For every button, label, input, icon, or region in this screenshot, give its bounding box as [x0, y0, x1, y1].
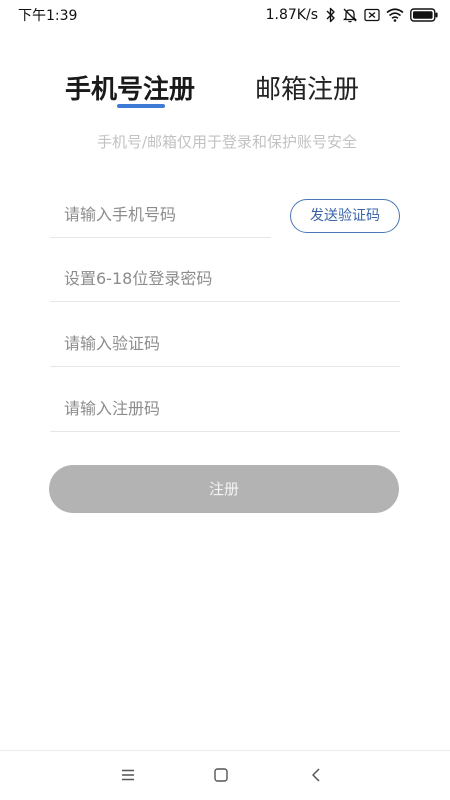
password-field — [50, 255, 400, 302]
sim-icon — [364, 8, 380, 22]
wifi-icon — [386, 8, 404, 22]
verification-code-input[interactable] — [64, 328, 394, 358]
back-icon[interactable] — [296, 760, 336, 790]
status-bar: 下午1:39 1.87K/s — [0, 0, 450, 30]
active-tab-indicator — [117, 104, 165, 108]
tab-email-register[interactable]: 邮箱注册 — [255, 70, 359, 110]
subtitle-hint: 手机号/邮箱仅用于登录和保护账号安全 — [96, 133, 358, 151]
phone-input[interactable] — [64, 199, 265, 229]
status-time: 下午1:39 — [18, 8, 78, 24]
battery-icon — [410, 8, 438, 22]
register-button[interactable]: 注册 — [49, 465, 399, 513]
bluetooth-icon — [326, 7, 336, 23]
password-input[interactable] — [64, 263, 394, 293]
menu-icon[interactable] — [108, 760, 148, 790]
status-icons: 1.87K/s — [266, 4, 438, 26]
network-speed: 1.87K/s — [265, 7, 318, 23]
verification-code-field — [50, 320, 400, 367]
mute-icon — [342, 7, 358, 23]
phone-field — [50, 191, 271, 238]
register-screen: 下午1:39 1.87K/s 手机号注册 邮箱注册 手机号/邮箱仅用于登录和保护… — [0, 0, 450, 800]
send-code-button[interactable]: 发送验证码 — [290, 199, 400, 233]
registration-code-field — [50, 385, 400, 432]
nav-divider — [0, 750, 450, 751]
registration-code-input[interactable] — [64, 393, 394, 423]
home-icon[interactable] — [201, 760, 241, 790]
